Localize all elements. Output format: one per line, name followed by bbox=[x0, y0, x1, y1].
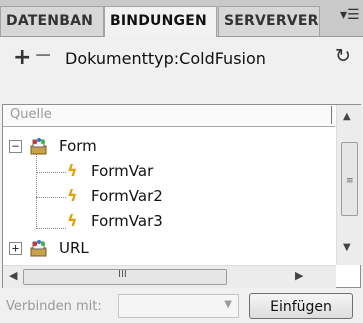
vertical-scroll-thumb[interactable]: ≡ bbox=[341, 142, 358, 216]
bind-to-select[interactable]: ▼ bbox=[118, 294, 239, 318]
bind-to-label: Verbinden mit: bbox=[6, 299, 102, 314]
scroll-up-icon[interactable]: ▲ bbox=[343, 111, 351, 122]
tab-bindungen[interactable]: BINDUNGEN bbox=[104, 6, 217, 37]
tree-node-form[interactable]: − Form bbox=[3, 135, 333, 159]
horizontal-scrollbar[interactable]: ◀ III ▶ bbox=[3, 265, 336, 288]
add-binding-button[interactable]: + bbox=[13, 45, 31, 70]
document-type-label: Dokumenttyp:ColdFusion bbox=[65, 49, 266, 68]
tree-node-url[interactable]: + URL bbox=[3, 237, 333, 261]
variable-bolt-icon: ϟ bbox=[67, 161, 78, 180]
remove-binding-button[interactable]: − bbox=[34, 43, 52, 68]
tab-datenbanken[interactable]: DATENBAN bbox=[0, 6, 104, 36]
tree-node-formvar[interactable]: ϟ FormVar bbox=[3, 160, 333, 184]
scroll-down-icon[interactable]: ▼ bbox=[343, 242, 351, 253]
refresh-icon[interactable]: ↻ bbox=[335, 45, 351, 67]
tree-node-formvar3[interactable]: ϟ FormVar3 bbox=[3, 210, 333, 234]
chevron-down-icon: ▼ bbox=[224, 299, 232, 310]
tab-serververhalten[interactable]: SERVERVER bbox=[218, 6, 320, 36]
column-header-label: Quelle bbox=[10, 107, 52, 122]
vertical-scrollbar[interactable]: ▲ ≡ ▼ bbox=[336, 105, 361, 265]
panel-options-menu-icon[interactable]: ▾☰ bbox=[340, 7, 362, 29]
form-collection-icon bbox=[30, 138, 47, 155]
variable-bolt-icon: ϟ bbox=[67, 211, 78, 230]
expand-icon[interactable]: + bbox=[9, 242, 22, 255]
grip-icon: ≡ bbox=[346, 176, 354, 186]
insert-button[interactable]: Einfügen bbox=[249, 293, 353, 319]
panel-tab-bar: DATENBAN BINDUNGEN SERVERVER ▾☰ bbox=[0, 0, 363, 37]
horizontal-scroll-thumb[interactable]: III bbox=[23, 269, 227, 285]
bindings-tree-panel: Quelle − Form ϟ FormVar ϟ FormVar2 ϟ For… bbox=[2, 104, 361, 288]
column-header-source[interactable]: Quelle bbox=[3, 105, 335, 127]
variable-bolt-icon: ϟ bbox=[67, 186, 78, 205]
scroll-left-icon[interactable]: ◀ bbox=[9, 269, 17, 282]
bind-footer: Verbinden mit: ▼ Einfügen bbox=[0, 289, 363, 323]
bindings-toolbar: + − Dokumenttyp:ColdFusion ↻ bbox=[0, 37, 363, 103]
scroll-right-icon[interactable]: ▶ bbox=[295, 269, 303, 282]
collapse-icon[interactable]: − bbox=[9, 140, 22, 153]
column-resize-handle[interactable] bbox=[331, 106, 332, 124]
tree-node-formvar2[interactable]: ϟ FormVar2 bbox=[3, 185, 333, 209]
url-collection-icon bbox=[30, 240, 47, 257]
grip-icon: III bbox=[118, 269, 127, 280]
